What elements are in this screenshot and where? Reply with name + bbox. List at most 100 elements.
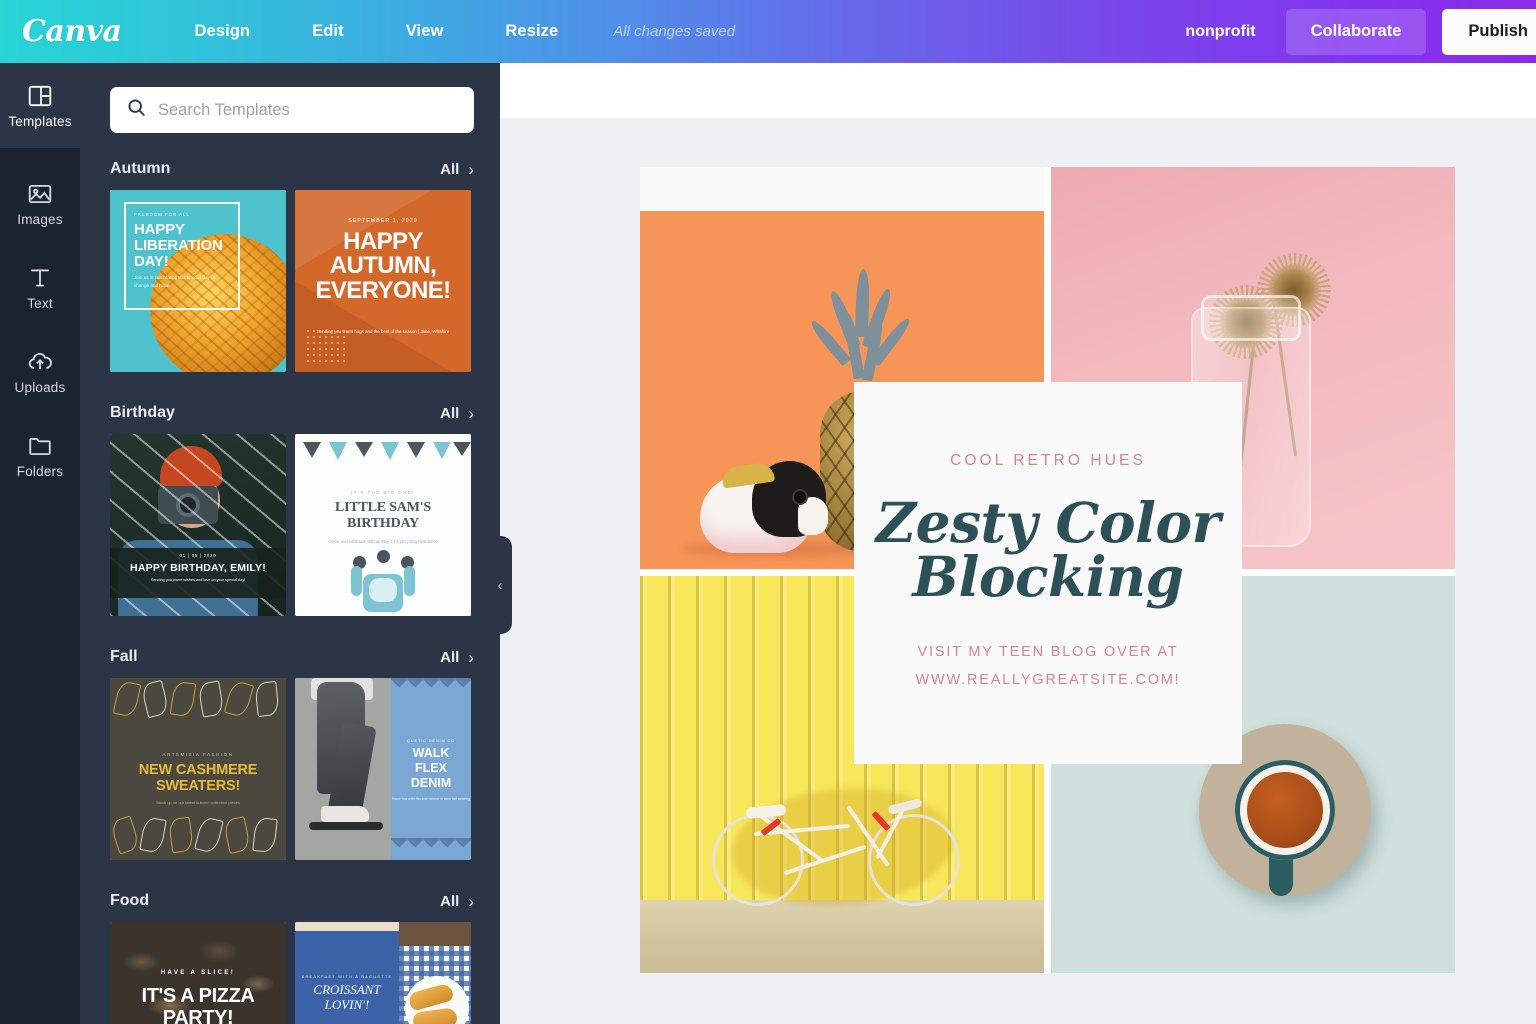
template-card[interactable]: SEPTEMBER 1, 2020 HAPPY AUTUMN, EVERYONE! … bbox=[295, 190, 471, 372]
template-card[interactable]: HAVE A SLICE! IT'S A PIZZAPARTY! Go to w… bbox=[110, 922, 286, 1024]
sidebar-item-templates[interactable]: Templates bbox=[0, 63, 80, 148]
text-icon bbox=[27, 265, 53, 291]
canva-logo[interactable]: Canva bbox=[22, 14, 122, 49]
template-card[interactable]: FREEDOM FOR ALL HAPPY LIBERATION DAY! Join… bbox=[110, 190, 286, 372]
chevron-right-icon: › bbox=[468, 647, 474, 667]
template-kicker: QUETIC DENIM CO bbox=[406, 738, 456, 743]
template-row-birthday: 01 | 05 | 2020 HAPPY BIRTHDAY, EMILY! Se… bbox=[80, 434, 500, 616]
card-footer: VISIT MY TEEN BLOG OVER AT WWW.REALLYGRE… bbox=[915, 638, 1180, 695]
chevron-right-icon: › bbox=[468, 159, 474, 179]
template-headline: NEW CASHMERE SWEATERS! bbox=[138, 762, 258, 795]
category-header-fall: Fall All › bbox=[80, 639, 500, 675]
design-text-card[interactable]: COOL RETRO HUES Zesty Color Blocking VIS… bbox=[854, 382, 1242, 764]
template-sub: Stock up on our latest Autumn collection… bbox=[156, 800, 240, 805]
search-icon bbox=[126, 97, 147, 123]
card-eyebrow: COOL RETRO HUES bbox=[950, 451, 1146, 469]
bicycle-icon bbox=[712, 784, 960, 906]
card-title: Zesty Color Blocking bbox=[875, 489, 1221, 609]
save-status: All changes saved bbox=[613, 23, 736, 40]
category-all-autumn[interactable]: All › bbox=[440, 161, 474, 178]
collaborate-button[interactable]: Collaborate bbox=[1285, 8, 1427, 55]
template-kicker: FREEDOM FOR ALL bbox=[134, 212, 190, 217]
all-label: All bbox=[440, 648, 460, 666]
template-card[interactable]: ARTEMISIA FASHION NEW CASHMERE SWEATERS! … bbox=[110, 678, 286, 860]
template-headline: HAPPY LIBERATION DAY! bbox=[134, 221, 223, 270]
sidebar-item-folders[interactable]: Folders bbox=[0, 418, 80, 494]
template-kicker: ARTEMISIA FASHION bbox=[162, 752, 234, 757]
chevron-right-icon: › bbox=[468, 891, 474, 911]
card-title-line2: Blocking bbox=[912, 543, 1184, 609]
template-row-autumn: FREEDOM FOR ALL HAPPY LIBERATION DAY! Join… bbox=[80, 190, 500, 372]
template-card[interactable]: 01 | 05 | 2020 HAPPY BIRTHDAY, EMILY! Se… bbox=[110, 434, 286, 616]
sidebar-item-uploads[interactable]: Uploads bbox=[0, 334, 80, 410]
folder-icon bbox=[27, 433, 53, 459]
chevron-left-icon: ‹ bbox=[497, 576, 503, 594]
template-card[interactable]: QUETIC DENIM CO WALK FLEX DENIM Have fun w… bbox=[295, 678, 471, 860]
category-title-food: Food bbox=[110, 892, 150, 909]
category-all-birthday[interactable]: All › bbox=[440, 405, 474, 422]
all-label: All bbox=[440, 404, 460, 422]
all-label: All bbox=[440, 160, 460, 178]
category-header-food: Food All › bbox=[80, 883, 500, 919]
panel-collapse-handle[interactable]: ‹ bbox=[490, 536, 512, 634]
category-title-fall: Fall bbox=[110, 648, 138, 665]
sidebar-label-templates: Templates bbox=[8, 113, 72, 129]
menu-design[interactable]: Design bbox=[164, 22, 282, 41]
card-footer-line2: WWW.REALLYGREATSITE.COM! bbox=[915, 671, 1181, 688]
publish-button[interactable]: Publish bbox=[1442, 8, 1536, 55]
template-card[interactable]: BREAKFAST WITH A BAGUETTE CROISSANT LOVIN… bbox=[295, 922, 471, 1024]
chevron-right-icon: › bbox=[468, 403, 474, 423]
template-row-fall: ARTEMISIA FASHION NEW CASHMERE SWEATERS! … bbox=[80, 678, 500, 860]
editor-stage: COOL RETRO HUES Zesty Color Blocking VIS… bbox=[500, 118, 1536, 1024]
template-card[interactable]: IT'S THE BIG ONE! LITTLE SAM'S BIRTHDAY C… bbox=[295, 434, 471, 616]
category-header-autumn: Autumn All › bbox=[80, 151, 500, 187]
templates-icon bbox=[27, 83, 53, 109]
sidebar-label-text: Text bbox=[27, 296, 53, 311]
template-headline: HAPPY AUTUMN, EVERYONE! bbox=[315, 228, 451, 304]
search-area bbox=[80, 63, 500, 133]
card-title-line1: Zesty Color bbox=[875, 489, 1221, 555]
template-kicker: SEPTEMBER 1, 2020 bbox=[348, 218, 418, 224]
search-input[interactable] bbox=[158, 100, 474, 120]
main-menu: Design Edit View Resize bbox=[164, 22, 590, 41]
sidebar-item-text[interactable]: Text bbox=[0, 250, 80, 326]
template-sub: Have fun with flexible denim in new fall… bbox=[391, 797, 471, 801]
app-header: Canva Design Edit View Resize All change… bbox=[0, 0, 1536, 63]
template-sub: Sending you warm wishes and love on your… bbox=[150, 578, 246, 582]
template-kicker: HAVE A SLICE! bbox=[160, 970, 236, 976]
template-headline: WALK FLEX DENIM bbox=[410, 746, 452, 790]
all-label: All bbox=[440, 892, 460, 910]
category-all-fall[interactable]: All › bbox=[440, 649, 474, 666]
header-actions: nonprofit Collaborate Publish bbox=[1185, 0, 1536, 63]
menu-view[interactable]: View bbox=[375, 22, 475, 41]
image-icon bbox=[27, 181, 53, 207]
sidebar-label-folders: Folders bbox=[16, 464, 64, 479]
upload-cloud-icon bbox=[27, 349, 53, 375]
account-name[interactable]: nonprofit bbox=[1185, 23, 1255, 41]
template-headline: HAPPY BIRTHDAY, EMILY! bbox=[130, 562, 266, 574]
menu-edit[interactable]: Edit bbox=[281, 22, 375, 41]
template-kicker: 01 | 05 | 2020 bbox=[179, 553, 217, 558]
templates-panel: Autumn All › FREEDOM FOR ALL HAPPYLIBERA… bbox=[80, 63, 500, 1024]
template-headline: IT'S A PIZZA PARTY! bbox=[141, 985, 255, 1024]
menu-resize[interactable]: Resize bbox=[474, 22, 589, 41]
template-row-food: HAVE A SLICE! IT'S A PIZZAPARTY! Go to w… bbox=[80, 922, 500, 1024]
sidebar-label-uploads: Uploads bbox=[14, 380, 66, 395]
template-headline: CROISSANT LOVIN'! bbox=[313, 982, 381, 1013]
template-kicker: IT'S THE BIG ONE! bbox=[351, 490, 415, 495]
card-footer-line1: VISIT MY TEEN BLOG OVER AT bbox=[917, 643, 1179, 660]
category-title-autumn: Autumn bbox=[110, 160, 171, 177]
template-sub: Come and celebrate with us May 2 | 3 pm … bbox=[328, 539, 438, 544]
category-all-food[interactable]: All › bbox=[440, 893, 474, 910]
template-kicker: BREAKFAST WITH A BAGUETTE bbox=[301, 974, 393, 979]
design-canvas[interactable]: COOL RETRO HUES Zesty Color Blocking VIS… bbox=[640, 167, 1455, 973]
editor-toolbar bbox=[500, 63, 1536, 118]
category-title-birthday: Birthday bbox=[110, 404, 175, 421]
sidebar-label-images: Images bbox=[17, 212, 63, 227]
template-headline: LITTLE SAM'S BIRTHDAY bbox=[334, 500, 432, 531]
sidebar-item-images[interactable]: Images bbox=[0, 166, 80, 242]
left-rail: Templates Images Text Uploads Folders bbox=[0, 63, 80, 1024]
category-header-birthday: Birthday All › bbox=[80, 395, 500, 431]
template-sub: Join us in celebrating this special day … bbox=[134, 275, 215, 288]
search-box[interactable] bbox=[110, 87, 474, 133]
